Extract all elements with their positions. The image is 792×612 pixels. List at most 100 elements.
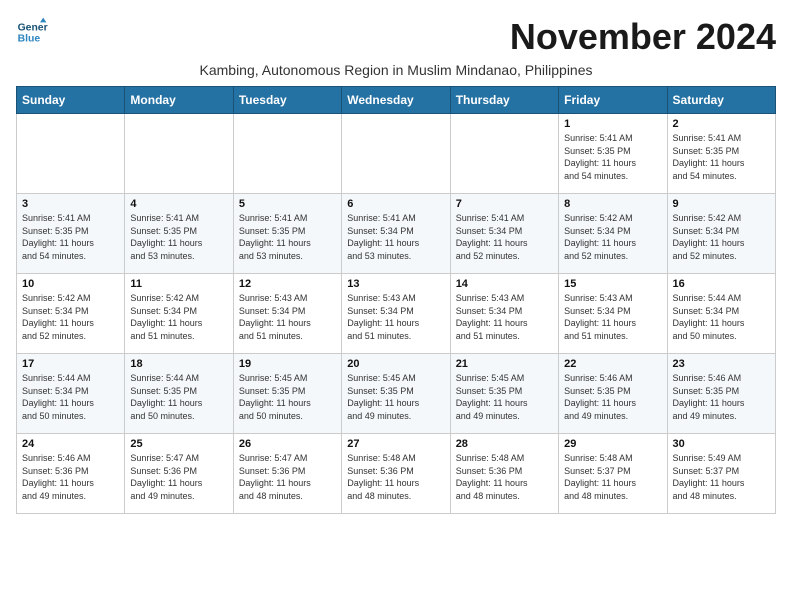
- day-number: 13: [347, 278, 444, 290]
- calendar-cell: 9 Sunrise: 5:42 AM Sunset: 5:34 PM Daylig…: [667, 194, 775, 274]
- logo: General Blue: [16, 16, 48, 48]
- header-tuesday: Tuesday: [233, 87, 341, 114]
- day-number: 19: [239, 358, 336, 370]
- day-number: 5: [239, 198, 336, 210]
- calendar-table: Sunday Monday Tuesday Wednesday Thursday…: [16, 86, 776, 514]
- calendar-cell: 10 Sunrise: 5:42 AM Sunset: 5:34 PM Dayli…: [17, 274, 125, 354]
- calendar-cell: [125, 114, 233, 194]
- calendar-cell: 26Sunrise: 5:47 AM Sunset: 5:36 PM Dayli…: [233, 434, 341, 514]
- calendar-cell: 13 Sunrise: 5:43 AM Sunset: 5:34 PM Dayli…: [342, 274, 450, 354]
- header-wednesday: Wednesday: [342, 87, 450, 114]
- calendar-cell: 6Sunrise: 5:41 AM Sunset: 5:34 PM Daylig…: [342, 194, 450, 274]
- day-number: 20: [347, 358, 444, 370]
- day-info: Sunrise: 5:45 AM Sunset: 5:35 PM Dayligh…: [347, 372, 444, 422]
- day-info: Sunrise: 5:42 AM Sunset: 5:34 PM Dayligh…: [564, 212, 661, 262]
- calendar-cell: 19 Sunrise: 5:45 AM Sunset: 5:35 PM Dayli…: [233, 354, 341, 434]
- week-row-2: 3 Sunrise: 5:41 AM Sunset: 5:35 PM Daylig…: [17, 194, 776, 274]
- calendar-cell: [450, 114, 558, 194]
- calendar-cell: 18Sunrise: 5:44 AM Sunset: 5:35 PM Dayli…: [125, 354, 233, 434]
- calendar-cell: [17, 114, 125, 194]
- calendar-cell: 25 Sunrise: 5:47 AM Sunset: 5:36 PM Dayli…: [125, 434, 233, 514]
- day-number: 3: [22, 198, 119, 210]
- calendar-cell: 22 Sunrise: 5:46 AM Sunset: 5:35 PM Dayli…: [559, 354, 667, 434]
- day-number: 2: [673, 118, 770, 130]
- day-info: Sunrise: 5:43 AM Sunset: 5:34 PM Dayligh…: [564, 292, 661, 342]
- calendar-cell: 29Sunrise: 5:48 AM Sunset: 5:37 PM Dayli…: [559, 434, 667, 514]
- day-number: 23: [673, 358, 770, 370]
- day-info: Sunrise: 5:42 AM Sunset: 5:34 PM Dayligh…: [22, 292, 119, 342]
- day-info: Sunrise: 5:43 AM Sunset: 5:34 PM Dayligh…: [347, 292, 444, 342]
- day-number: 8: [564, 198, 661, 210]
- day-number: 11: [130, 278, 227, 290]
- day-info: Sunrise: 5:46 AM Sunset: 5:36 PM Dayligh…: [22, 452, 119, 502]
- calendar-cell: 5 Sunrise: 5:41 AM Sunset: 5:35 PM Daylig…: [233, 194, 341, 274]
- weekday-header-row: Sunday Monday Tuesday Wednesday Thursday…: [17, 87, 776, 114]
- day-number: 30: [673, 438, 770, 450]
- day-number: 12: [239, 278, 336, 290]
- calendar-cell: 16 Sunrise: 5:44 AM Sunset: 5:34 PM Dayli…: [667, 274, 775, 354]
- header-thursday: Thursday: [450, 87, 558, 114]
- day-number: 28: [456, 438, 553, 450]
- calendar-cell: 1Sunrise: 5:41 AM Sunset: 5:35 PM Daylig…: [559, 114, 667, 194]
- calendar-cell: 20 Sunrise: 5:45 AM Sunset: 5:35 PM Dayli…: [342, 354, 450, 434]
- day-number: 16: [673, 278, 770, 290]
- header-saturday: Saturday: [667, 87, 775, 114]
- calendar-cell: 14Sunrise: 5:43 AM Sunset: 5:34 PM Dayli…: [450, 274, 558, 354]
- svg-text:Blue: Blue: [18, 34, 41, 45]
- day-number: 22: [564, 358, 661, 370]
- week-row-5: 24Sunrise: 5:46 AM Sunset: 5:36 PM Dayli…: [17, 434, 776, 514]
- calendar-cell: 17 Sunrise: 5:44 AM Sunset: 5:34 PM Dayli…: [17, 354, 125, 434]
- week-row-1: 1 Sunrise: 5:41 AM Sunset: 5:35 PM Daylig…: [17, 114, 776, 194]
- header-sunday: Sunday: [17, 87, 125, 114]
- calendar-cell: 28 Sunrise: 5:48 AM Sunset: 5:36 PM Dayli…: [450, 434, 558, 514]
- day-info: Sunrise: 5:41 AM Sunset: 5:35 PM Dayligh…: [673, 132, 770, 182]
- day-info: Sunrise: 5:44 AM Sunset: 5:34 PM Dayligh…: [22, 372, 119, 422]
- logo-icon: General Blue: [16, 16, 48, 48]
- day-number: 27: [347, 438, 444, 450]
- calendar-cell: 3 Sunrise: 5:41 AM Sunset: 5:35 PM Daylig…: [17, 194, 125, 274]
- week-row-4: 17 Sunrise: 5:44 AM Sunset: 5:34 PM Dayli…: [17, 354, 776, 434]
- day-info: Sunrise: 5:43 AM Sunset: 5:34 PM Dayligh…: [456, 292, 553, 342]
- calendar-cell: 27 Sunrise: 5:48 AM Sunset: 5:36 PM Dayli…: [342, 434, 450, 514]
- day-info: Sunrise: 5:48 AM Sunset: 5:36 PM Dayligh…: [456, 452, 553, 502]
- calendar-cell: 30 Sunrise: 5:49 AM Sunset: 5:37 PM Dayli…: [667, 434, 775, 514]
- day-number: 17: [22, 358, 119, 370]
- day-info: Sunrise: 5:41 AM Sunset: 5:34 PM Dayligh…: [347, 212, 444, 262]
- day-info: Sunrise: 5:43 AM Sunset: 5:34 PM Dayligh…: [239, 292, 336, 342]
- day-info: Sunrise: 5:45 AM Sunset: 5:35 PM Dayligh…: [239, 372, 336, 422]
- day-info: Sunrise: 5:46 AM Sunset: 5:35 PM Dayligh…: [564, 372, 661, 422]
- day-number: 10: [22, 278, 119, 290]
- day-info: Sunrise: 5:49 AM Sunset: 5:37 PM Dayligh…: [673, 452, 770, 502]
- day-info: Sunrise: 5:46 AM Sunset: 5:35 PM Dayligh…: [673, 372, 770, 422]
- day-info: Sunrise: 5:41 AM Sunset: 5:34 PM Dayligh…: [456, 212, 553, 262]
- week-row-3: 10 Sunrise: 5:42 AM Sunset: 5:34 PM Dayli…: [17, 274, 776, 354]
- day-info: Sunrise: 5:47 AM Sunset: 5:36 PM Dayligh…: [130, 452, 227, 502]
- page-header: General Blue November 2024: [16, 16, 776, 58]
- calendar-cell: 12 Sunrise: 5:43 AM Sunset: 5:34 PM Dayli…: [233, 274, 341, 354]
- day-number: 7: [456, 198, 553, 210]
- day-info: Sunrise: 5:41 AM Sunset: 5:35 PM Dayligh…: [239, 212, 336, 262]
- day-info: Sunrise: 5:44 AM Sunset: 5:34 PM Dayligh…: [673, 292, 770, 342]
- calendar-cell: 11Sunrise: 5:42 AM Sunset: 5:34 PM Dayli…: [125, 274, 233, 354]
- calendar-cell: 15 Sunrise: 5:43 AM Sunset: 5:34 PM Dayli…: [559, 274, 667, 354]
- calendar-cell: [342, 114, 450, 194]
- day-number: 4: [130, 198, 227, 210]
- calendar-cell: 8 Sunrise: 5:42 AM Sunset: 5:34 PM Daylig…: [559, 194, 667, 274]
- calendar-cell: [233, 114, 341, 194]
- day-number: 29: [564, 438, 661, 450]
- day-info: Sunrise: 5:45 AM Sunset: 5:35 PM Dayligh…: [456, 372, 553, 422]
- day-number: 9: [673, 198, 770, 210]
- day-number: 25: [130, 438, 227, 450]
- calendar-cell: 23 Sunrise: 5:46 AM Sunset: 5:35 PM Dayli…: [667, 354, 775, 434]
- day-info: Sunrise: 5:42 AM Sunset: 5:34 PM Dayligh…: [673, 212, 770, 262]
- month-title: November 2024: [510, 16, 776, 58]
- day-number: 18: [130, 358, 227, 370]
- day-number: 21: [456, 358, 553, 370]
- calendar-cell: 4 Sunrise: 5:41 AM Sunset: 5:35 PM Daylig…: [125, 194, 233, 274]
- day-info: Sunrise: 5:48 AM Sunset: 5:36 PM Dayligh…: [347, 452, 444, 502]
- day-number: 1: [564, 118, 661, 130]
- day-info: Sunrise: 5:41 AM Sunset: 5:35 PM Dayligh…: [130, 212, 227, 262]
- day-info: Sunrise: 5:41 AM Sunset: 5:35 PM Dayligh…: [22, 212, 119, 262]
- day-number: 15: [564, 278, 661, 290]
- calendar-cell: 7 Sunrise: 5:41 AM Sunset: 5:34 PM Daylig…: [450, 194, 558, 274]
